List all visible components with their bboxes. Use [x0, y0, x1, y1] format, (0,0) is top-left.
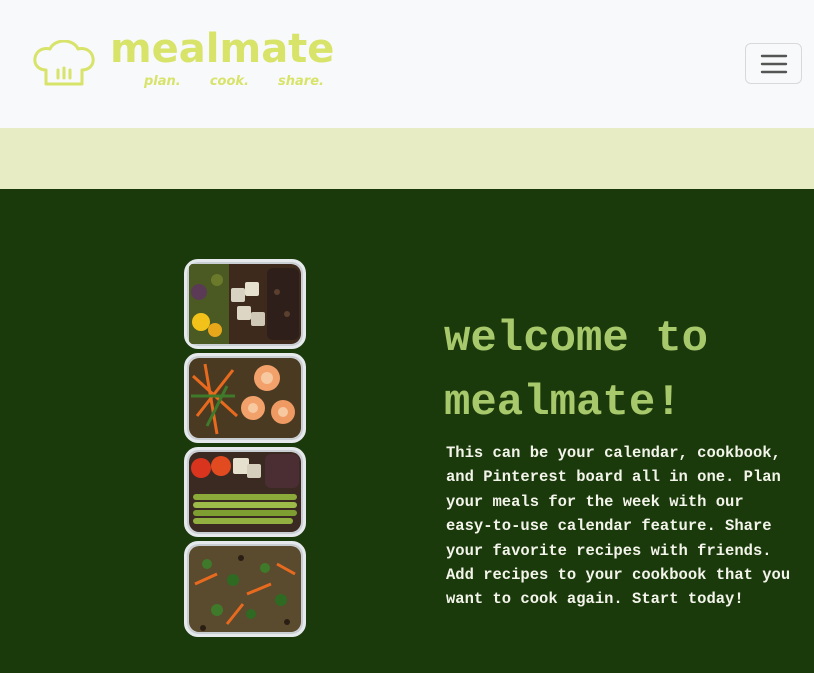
brand-tagline: plan. cook. share. — [144, 74, 324, 89]
chef-hat-icon — [33, 40, 95, 86]
hero-description: This can be your calendar, cookbook, and… — [446, 444, 791, 609]
accent-band — [0, 128, 814, 189]
hero-section: welcome to mealmate! This can be your ca… — [0, 189, 814, 673]
meal-prep-image — [180, 259, 310, 637]
tagline-plan: plan. — [144, 74, 181, 89]
hero-title: welcome to mealmate! — [444, 314, 709, 428]
meal-container-2 — [184, 353, 306, 443]
brand-name: mealmate — [110, 26, 335, 72]
meal-container-4 — [184, 541, 306, 637]
hamburger-menu-icon — [760, 54, 787, 73]
meal-container-1 — [184, 259, 306, 349]
meal-container-3 — [184, 447, 306, 537]
navbar: mealmate plan. cook. share. — [0, 0, 814, 128]
brand-logo-link[interactable]: mealmate plan. cook. share. — [32, 26, 362, 100]
tagline-cook: cook. — [209, 74, 249, 89]
navbar-toggle-button[interactable] — [745, 43, 802, 84]
tagline-share: share. — [278, 74, 324, 89]
